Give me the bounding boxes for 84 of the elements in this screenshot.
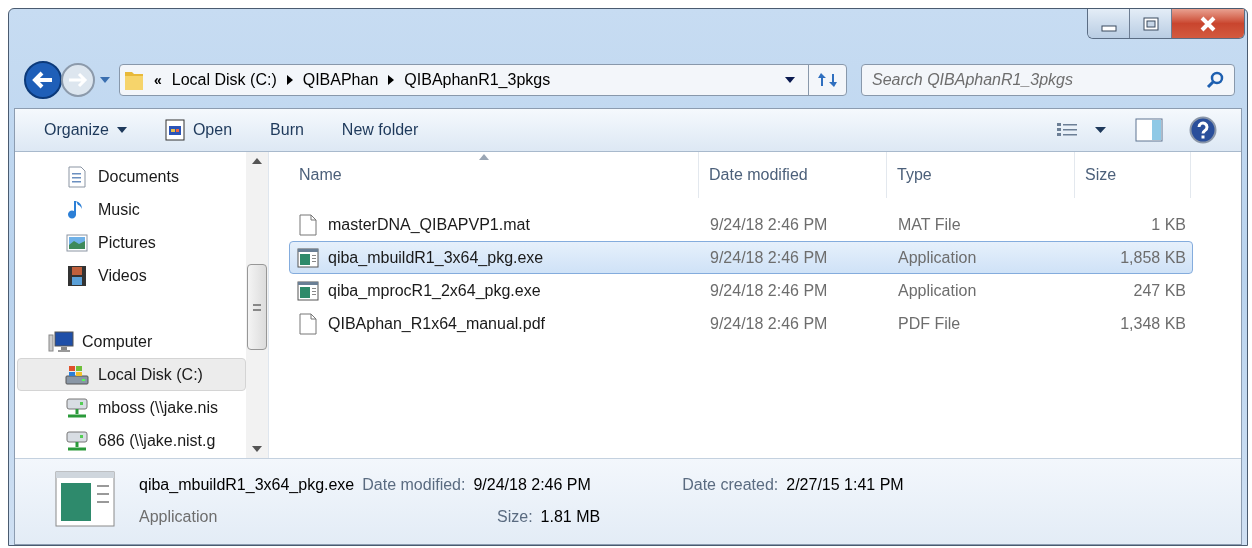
application-icon [297,280,319,301]
size-cell-text: 1 KB [1150,214,1187,235]
breadcrumb[interactable]: Local Disk (C:) [171,68,277,92]
toolbar-button[interactable]: Burn [259,114,315,146]
toolbar-button[interactable]: New folder [330,114,430,146]
drive-icon [65,363,89,386]
column-header[interactable]: Type [887,152,1075,198]
detail-value: 2/27/15 1:41 PM [786,475,904,495]
detail-value: 1.81 MB [540,507,601,527]
sidebar-item[interactable]: Pictures [17,226,246,259]
detail-label: Date created: [682,475,779,495]
help-icon[interactable] [1189,116,1217,144]
forward-button[interactable] [59,61,97,99]
detail-value: 9/24/18 2:46 PM [473,475,591,495]
close-icon [1200,15,1216,32]
history-dropdown-icon[interactable] [99,76,111,84]
search-field[interactable]: Search QIBAphanR1_3pkgs [861,64,1235,96]
scroll-down-arrow-icon[interactable] [252,446,262,452]
file-icon [299,312,317,335]
sidebar-item[interactable]: Documents [17,160,246,193]
search-icon [1206,71,1224,89]
sidebar-item[interactable]: Videos [17,259,246,292]
network-icon [65,396,89,419]
type-cell-text: PDF File [897,313,962,334]
organize-menu[interactable]: Organize [33,114,138,146]
minimize-icon [1100,25,1117,32]
maximize-button[interactable] [1130,9,1172,38]
breadcrumb[interactable]: QIBAPhan [302,68,379,92]
videos-icon [67,264,87,287]
column-header[interactable]: Date modified [699,152,887,198]
network-icon [65,429,89,452]
date-cell-text: 9/24/18 2:46 PM [709,214,829,235]
file-icon [299,213,317,236]
file-name: QIBAphan_R1x64_manual.pdf [328,313,546,334]
size-cell-text: 247 KB [1132,280,1187,301]
file-row[interactable]: qiba_mprocR1_2x64_pkg.exe 9/24/18 2:46 PM Application 247 KB [289,274,1193,307]
caret-icon [116,127,127,133]
detail-label: Date modified: [362,475,466,495]
detail-label: Size: [497,507,533,527]
file-row[interactable]: masterDNA_QIBAPVP1.mat 9/24/18 2:46 PM MAT File 1 KB [289,208,1193,241]
column-header[interactable]: Size [1075,152,1191,198]
sidebar-item[interactable]: Computer [17,325,246,358]
computer-icon [48,330,74,353]
maximize-icon [1142,16,1159,31]
date-cell-text: 9/24/18 2:46 PM [709,247,829,268]
file-name: qiba_mprocR1_2x64_pkg.exe [328,280,541,301]
scrollbar-thumb[interactable] [247,264,267,350]
breadcrumb-arrow-icon[interactable] [286,75,293,85]
date-cell-text: 9/24/18 2:46 PM [709,313,829,334]
application-icon [55,471,115,527]
column-header[interactable]: Name [289,152,699,198]
breadcrumb-arrow-icon[interactable] [388,75,395,85]
pictures-icon [66,232,88,253]
breadcrumb[interactable]: QIBAphanR1_3pkgs [404,68,551,92]
overflow-chevron[interactable]: « [154,69,162,91]
scrollbar[interactable] [246,152,268,458]
folder-icon [124,69,144,91]
view-options-icon[interactable] [1057,122,1107,138]
sidebar-item[interactable]: Music [17,193,246,226]
application-icon [297,247,319,268]
type-cell-text: Application [897,247,978,268]
file-row[interactable]: QIBAphan_R1x64_manual.pdf 9/24/18 2:46 PM PDF File 1,348 KB [289,307,1193,340]
address-dropdown-icon[interactable] [784,76,796,84]
minimize-button[interactable] [1088,9,1130,38]
scroll-up-arrow-icon[interactable] [252,158,262,164]
file-row[interactable]: qiba_mbuildR1_3x64_pkg.exe 9/24/18 2:46 PM Application 1,858 KB [289,241,1193,274]
file-name: qiba_mbuildR1_3x64_pkg.exe [328,247,544,268]
type-cell-text: MAT File [897,214,962,235]
file-name: masterDNA_QIBAPVP1.mat [328,214,530,235]
sidebar-item[interactable]: Local Disk (C:) [17,358,246,391]
size-cell-text: 1,348 KB [1119,313,1187,334]
size-cell-text: 1,858 KB [1119,247,1187,268]
detail-type: Application [139,507,219,527]
sidebar-item[interactable]: mboss (\\jake.nis [17,391,246,424]
documents-icon [67,165,87,188]
date-cell-text: 9/24/18 2:46 PM [709,280,829,301]
back-button[interactable] [23,60,63,100]
close-button[interactable] [1172,9,1244,38]
sort-arrow-icon [479,154,489,160]
sidebar-item[interactable]: 686 (\\jake.nist.g [17,424,246,457]
detail-file-name: qiba_mbuildR1_3x64_pkg.exe [139,475,355,495]
toolbar-button[interactable]: Open [153,114,244,146]
window-icon [164,119,185,141]
type-cell-text: Application [897,280,978,301]
